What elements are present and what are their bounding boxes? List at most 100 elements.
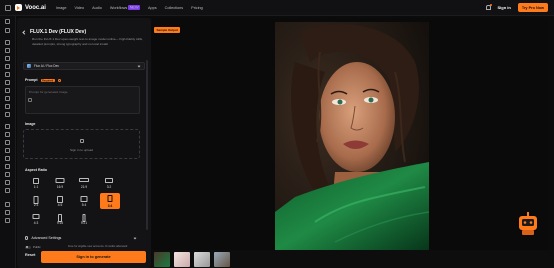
ratio-21-9[interactable]: 21:9 xyxy=(75,176,93,190)
reset-button[interactable]: Reset xyxy=(25,253,35,257)
prompt-label: Prompt Required xyxy=(25,78,61,83)
rail-edit-icon[interactable] xyxy=(5,48,10,53)
rail-magic-icon[interactable] xyxy=(5,164,10,169)
nav-pricing[interactable]: Pricing xyxy=(191,6,203,10)
rail-settings-icon[interactable] xyxy=(5,218,10,223)
rail-chat-icon[interactable] xyxy=(5,172,10,177)
sample-output-image xyxy=(275,22,429,250)
back-chevron-icon[interactable] xyxy=(22,29,27,35)
ratio-label: 9:16 xyxy=(56,221,64,225)
required-badge: Required xyxy=(40,78,55,83)
sign-in-link[interactable]: Sign in xyxy=(498,5,511,10)
rail-discord-icon[interactable] xyxy=(5,210,10,215)
notification-bell-icon[interactable] xyxy=(485,4,492,10)
public-toggle[interactable] xyxy=(25,245,31,249)
model-select-value: Flux AI / Flux Dev xyxy=(34,64,59,68)
rail-tools-icon[interactable] xyxy=(5,124,10,129)
ratio-4-5[interactable]: 4:5 xyxy=(51,194,69,208)
rail-share-icon[interactable] xyxy=(5,188,10,193)
model-title: FLUX.1 Dev (FLUX Dev) xyxy=(30,29,87,35)
ratio-label: 4:3 xyxy=(33,221,39,225)
app-name: Vooc.ai xyxy=(25,4,46,11)
ratio-shape-icon xyxy=(57,196,63,203)
ratio-label: 9:21 xyxy=(80,221,88,225)
ratio-16-9[interactable]: 16:9 xyxy=(51,176,69,190)
rail-upscale-icon[interactable] xyxy=(5,56,10,61)
try-pro-button[interactable]: Try Pro Now xyxy=(517,3,548,12)
rail-workflow-icon[interactable] xyxy=(5,104,10,109)
advanced-settings-toggle[interactable]: Advanced Settings xyxy=(25,236,61,240)
nav-workflows[interactable]: Workflows NEW xyxy=(110,5,140,10)
sample-thumbnail[interactable] xyxy=(194,252,210,267)
rail-music-icon[interactable] xyxy=(5,88,10,93)
rail-home-icon[interactable] xyxy=(5,19,10,24)
ratio-shape-icon xyxy=(33,178,39,184)
ratio-label: 4:5 xyxy=(57,203,63,207)
top-bar-actions: Sign in Try Pro Now xyxy=(485,3,548,12)
rail-image-icon[interactable] xyxy=(5,40,10,45)
left-rail xyxy=(0,16,16,268)
rail-audio-icon[interactable] xyxy=(5,80,10,85)
nav-image[interactable]: Image xyxy=(56,6,67,10)
sample-thumbnail[interactable] xyxy=(154,252,170,267)
ratio-5-4[interactable]: 5:4 xyxy=(75,194,93,208)
ratio-9-21[interactable]: 9:21 xyxy=(75,212,93,226)
ratio-3-2[interactable]: 3:2 xyxy=(100,176,118,190)
sample-thumbnail[interactable] xyxy=(174,252,190,267)
rail-voice-icon[interactable] xyxy=(5,96,10,101)
prompt-enhance-icon[interactable] xyxy=(28,98,32,102)
model-thumb-icon xyxy=(27,64,31,68)
ratio-4-3[interactable]: 4:3 xyxy=(27,212,45,226)
generate-button[interactable]: Sign in to generate xyxy=(41,251,146,263)
nav-audio[interactable]: Audio xyxy=(92,6,102,10)
panel-scrollbar[interactable] xyxy=(146,60,148,230)
ratio-shape-icon xyxy=(107,195,113,202)
rail-video-icon[interactable] xyxy=(5,64,10,69)
sidebar-toggle-icon[interactable] xyxy=(5,4,11,11)
robot-icon xyxy=(519,212,537,235)
rail-code-icon[interactable] xyxy=(5,180,10,185)
rail-history-icon[interactable] xyxy=(5,148,10,153)
sample-thumbnail-strip xyxy=(152,250,554,268)
top-bar: Vooc.ai Image Video Audio Workflows NEW A… xyxy=(0,0,554,16)
aspect-ratio-label: Aspect Ratio xyxy=(25,168,47,172)
rail-brush-icon[interactable] xyxy=(5,156,10,161)
rail-apps-icon[interactable] xyxy=(5,112,10,117)
ratio-shape-icon xyxy=(105,178,113,183)
prompt-label-text: Prompt xyxy=(25,78,38,82)
logo-mark-icon xyxy=(15,4,22,11)
rail-help-icon[interactable] xyxy=(5,202,10,207)
upload-text: Sign in to upload xyxy=(69,148,94,152)
prompt-input[interactable] xyxy=(25,86,140,114)
new-badge: NEW xyxy=(128,5,140,10)
model-select[interactable]: Flux AI / Flux Dev xyxy=(23,62,145,70)
ratio-9-16[interactable]: 9:16 xyxy=(51,212,69,226)
ratio-shape-icon xyxy=(80,196,88,202)
gear-icon xyxy=(25,236,29,240)
ratio-label: 1:1 xyxy=(33,185,39,189)
ratio-3-4[interactable]: 3:4 xyxy=(100,193,120,209)
model-description: Run the FLUX.1 Dev open-weight text-to-i… xyxy=(32,37,143,47)
ratio-2-3[interactable]: 2:3 xyxy=(27,194,45,208)
ratio-label: 16:9 xyxy=(56,185,64,189)
sample-thumbnail[interactable] xyxy=(214,252,230,267)
model-header: FLUX.1 Dev (FLUX Dev) xyxy=(22,29,87,35)
nav-video[interactable]: Video xyxy=(74,6,84,10)
ratio-label: 3:2 xyxy=(106,185,112,189)
ratio-1-1[interactable]: 1:1 xyxy=(27,176,45,190)
credits-note: Free for eligible new accounts. 8 credit… xyxy=(68,245,128,248)
image-label: Image xyxy=(25,122,36,126)
top-nav: Image Video Audio Workflows NEW Apps Coll… xyxy=(56,5,203,10)
rail-library-icon[interactable] xyxy=(5,132,10,137)
sample-output-tag: Sample Output xyxy=(154,27,181,33)
info-icon[interactable] xyxy=(57,78,61,82)
rail-favorites-icon[interactable] xyxy=(5,140,10,145)
advanced-settings-label: Advanced Settings xyxy=(31,236,62,240)
assistant-mascot-icon[interactable] xyxy=(515,210,541,238)
logo[interactable]: Vooc.ai xyxy=(15,4,46,11)
rail-motion-icon[interactable] xyxy=(5,72,10,77)
rail-explore-icon[interactable] xyxy=(5,28,10,33)
image-upload-dropzone[interactable]: Sign in to upload xyxy=(23,129,140,159)
nav-collections[interactable]: Collections xyxy=(165,6,184,10)
nav-apps[interactable]: Apps xyxy=(148,6,157,10)
